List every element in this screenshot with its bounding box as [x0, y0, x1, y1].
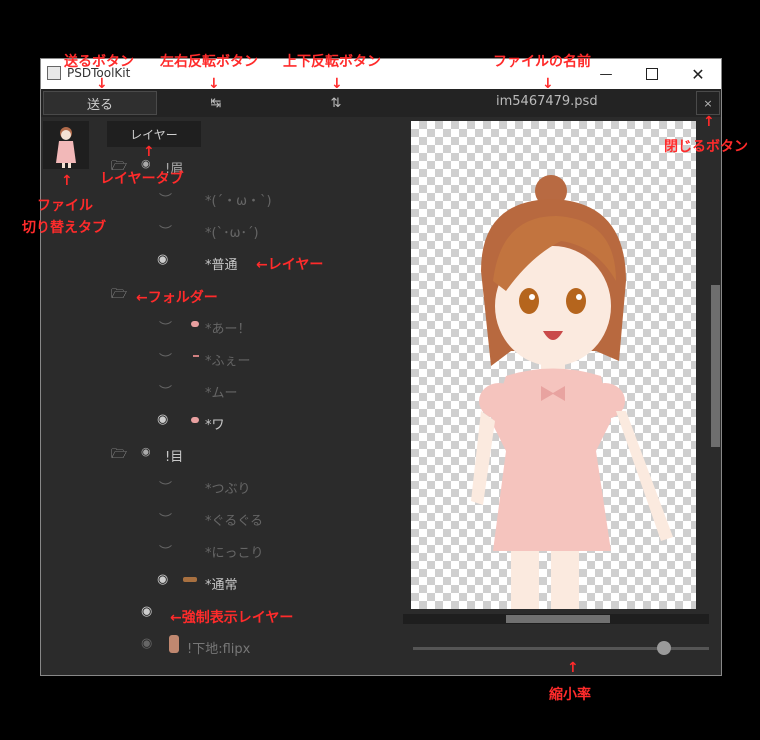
eye-closed-icon[interactable]: ︶	[159, 381, 172, 400]
maximize-icon	[646, 68, 658, 80]
flip-horizontal-button[interactable]: ↹	[206, 93, 226, 113]
eye-closed-icon[interactable]: ︶	[159, 509, 172, 528]
layer-name: *ぐるぐる	[205, 514, 263, 529]
layer-row[interactable]: ◉ *普通	[41, 245, 401, 277]
close-file-button[interactable]: ×	[696, 91, 720, 115]
flip-horizontal-icon: ↹	[210, 95, 222, 111]
annotation-forced-layer: ←強制表示レイヤー	[170, 607, 293, 627]
flip-vertical-icon: ⇅	[330, 95, 342, 111]
layer-row[interactable]: 🗁 ◉ !眉	[41, 149, 401, 181]
file-name: im5467479.psd	[496, 94, 598, 109]
eye-closed-icon[interactable]: ︶	[159, 221, 172, 240]
annotation-folder-text: フォルダー	[147, 290, 218, 306]
arrow-up-icon: ↑	[61, 173, 73, 189]
annotation-forced-text: 強制表示レイヤー	[181, 610, 294, 626]
eye-icon[interactable]: ◉	[157, 412, 168, 427]
horizontal-scrollbar[interactable]	[506, 615, 610, 623]
arrow-left-icon: ←	[170, 610, 182, 626]
layer-name: *(`･ω･´)	[205, 226, 259, 241]
forced-visible-icon[interactable]: ◉	[141, 604, 152, 619]
arrow-down-icon: ↓	[331, 76, 343, 92]
layer-name: !下地:flipx	[187, 642, 251, 657]
layer-thumbnail	[193, 355, 199, 357]
maximize-button[interactable]	[629, 59, 675, 89]
layer-name: *あー！	[205, 322, 251, 337]
layer-row[interactable]: ◉ *ワ	[41, 405, 401, 437]
preview-canvas[interactable]	[411, 121, 696, 609]
layer-row[interactable]: ︶ *にっこり	[41, 533, 401, 565]
folder-open-icon: 🗁	[111, 287, 128, 302]
layer-row[interactable]: ︶ *ムー	[41, 373, 401, 405]
layer-name: *普通	[205, 258, 238, 273]
annotation-flip-v: 上下反転ボタン	[283, 54, 381, 70]
layer-thumbnail	[191, 417, 199, 423]
annotation-folder: ←フォルダー	[136, 287, 218, 307]
layer-thumbnail	[191, 321, 199, 327]
layer-name: *つぶり	[205, 482, 251, 497]
arrow-left-icon: ←	[256, 257, 268, 273]
toolbar: 送る ↹ ⇅ im5467479.psd ×	[41, 89, 721, 117]
send-button[interactable]: 送る	[43, 91, 157, 115]
layer-name: *ムー	[205, 386, 238, 401]
annotation-layer-tab: レイヤータブ	[100, 171, 184, 187]
layer-name: *(´・ω・`)	[205, 194, 272, 209]
layer-row[interactable]: ︶ *ぐるぐる	[41, 501, 401, 533]
folder-row[interactable]: 🗁	[41, 277, 401, 309]
layer-row[interactable]: ︶ *(´・ω・`)	[41, 181, 401, 213]
character-image	[471, 175, 673, 609]
annotation-flip-h: 左右反転ボタン	[160, 54, 258, 70]
zoom-slider-thumb[interactable]	[657, 641, 671, 655]
folder-row[interactable]: 🗁 ◉ !目	[41, 437, 401, 469]
eye-closed-icon[interactable]: ︶	[159, 189, 172, 208]
eye-closed-icon[interactable]: ︶	[159, 541, 172, 560]
flip-vertical-button[interactable]: ⇅	[326, 93, 346, 113]
annotation-file-name: ファイルの名前	[493, 54, 591, 70]
annotation-layer: ←レイヤー	[256, 254, 323, 274]
arrow-down-icon: ↓	[542, 76, 554, 92]
layer-name: !目	[165, 450, 184, 465]
layer-name: *通常	[205, 578, 238, 593]
window-close-button[interactable]: ✕	[675, 59, 721, 89]
annotation-send-button: 送るボタン	[64, 54, 134, 70]
eye-icon[interactable]: ◉	[157, 252, 168, 267]
layer-row[interactable]: ︶ *あー！	[41, 309, 401, 341]
annotation-file-tab-2: 切り替えタブ	[22, 220, 106, 236]
layer-thumbnail	[183, 577, 197, 582]
folder-open-icon: 🗁	[111, 447, 128, 462]
arrow-up-icon: ↑	[143, 144, 155, 160]
minimize-icon: —	[599, 66, 613, 82]
layer-thumbnail	[169, 635, 179, 653]
arrow-up-icon: ↑	[703, 114, 715, 130]
arrow-down-icon: ↓	[96, 76, 108, 92]
eye-icon[interactable]: ◉	[157, 572, 168, 587]
annotation-file-tab-1: ファイル	[37, 198, 93, 214]
arrow-down-icon: ↓	[208, 76, 220, 92]
annotation-close-button: 閉じるボタン	[664, 139, 748, 155]
layer-row[interactable]: ︶ *ふぇー	[41, 341, 401, 373]
eye-closed-icon[interactable]: ︶	[159, 317, 172, 336]
arrow-up-icon: ↑	[567, 660, 579, 676]
eye-closed-icon[interactable]: ︶	[159, 349, 172, 368]
layer-row[interactable]: ◉ *通常	[41, 565, 401, 597]
annotation-zoom: 縮小率	[549, 687, 591, 703]
eye-closed-icon[interactable]: ︶	[159, 477, 172, 496]
app-icon	[47, 66, 61, 80]
forced-visible-icon[interactable]: ◉	[141, 445, 151, 458]
vertical-scrollbar[interactable]	[711, 285, 720, 447]
forced-layer-row[interactable]: ◉ !下地:flipx	[41, 629, 401, 661]
close-icon: ✕	[691, 64, 705, 84]
title-bar: PSDToolKit — ✕	[41, 59, 721, 89]
annotation-layer-text: レイヤー	[267, 257, 324, 273]
layer-name: *ワ	[205, 418, 225, 433]
layer-name: *ふぇー	[205, 354, 251, 369]
forced-visible-icon[interactable]: ◉	[141, 636, 152, 651]
layer-name: *にっこり	[205, 546, 264, 561]
layer-row[interactable]: ︶ *つぶり	[41, 469, 401, 501]
arrow-left-icon: ←	[136, 290, 148, 306]
